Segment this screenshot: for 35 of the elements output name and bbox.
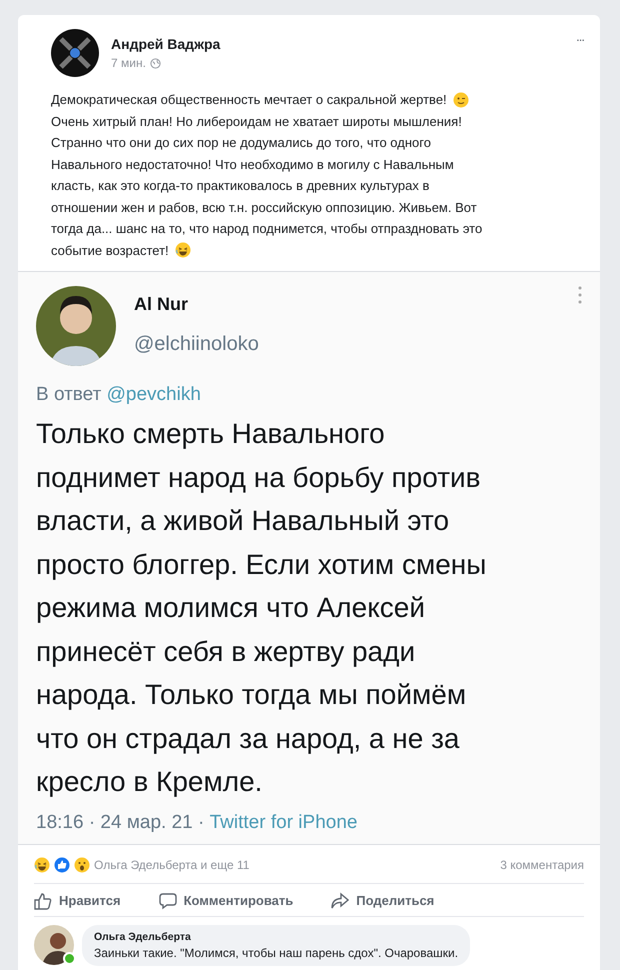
vertical-dots-icon <box>578 286 582 304</box>
laughing-emoji-icon <box>174 242 191 258</box>
post-text-line: Странно что они до сих пор не додумались до того, что одного <box>51 134 431 152</box>
post-action-button[interactable]: Поделиться <box>331 892 434 910</box>
reactions-summary[interactable]: Ольга Эдельберта и еще 11 <box>94 858 250 872</box>
more-options-button[interactable]: ... <box>576 29 584 44</box>
author-name[interactable]: Андрей Ваджра <box>111 36 564 52</box>
post-text-line: отношении жен и рабов, всю т.н. российскую оппозицию. Живьем. Вот <box>51 198 477 217</box>
post-text-line: тогда да... шанс на то, что народ поднимется, чтобы отпраздновать это <box>51 220 482 238</box>
post-text-line: класть, как это когда-то практиковалось в древних культурах в <box>51 177 430 195</box>
tweet-meta: 18:16 · 24 мар. 21 · Twitter for iPhone <box>36 812 358 834</box>
laughing-reaction-icon <box>34 856 50 872</box>
post-time[interactable]: 7 мин. <box>111 56 146 70</box>
share-arrow-icon <box>331 892 350 910</box>
post-action-button[interactable]: Нравится <box>34 892 121 910</box>
post-text-line: Демократическая общественность мечтает о сакральной жертве! <box>51 91 447 109</box>
comments-count[interactable]: 3 комментария <box>500 858 584 872</box>
comment-author[interactable]: Ольга Эдельберта <box>94 930 458 942</box>
post-text-line: Навального недостаточно! Что необходимо в могилу с Навальным <box>51 156 454 174</box>
tweet-author: Al Nur <box>134 294 189 315</box>
winking-emoji-icon <box>452 92 469 108</box>
post-action-button[interactable]: Комментировать <box>158 892 294 910</box>
post-text-line: событие возрастет! <box>51 242 169 260</box>
tweet-handle: @elchiinoloko <box>134 333 260 356</box>
speech-bubble-icon <box>158 892 177 910</box>
commenter-avatar-icon <box>34 924 74 964</box>
like-reaction-icon <box>54 856 70 872</box>
reply-to-text: В ответ @pevchikh <box>36 384 202 406</box>
avatar-logo-icon <box>51 29 99 77</box>
thumbs-up-icon <box>34 892 52 910</box>
tweet-text: Только смерть Навального поднимет народ на борьбу против власти, а живой Навальный это просто блоггер. Если хотим смены режима молимся что Алексей принесёт себя в жертву ради народа. Только тогда мы поймём что он страдал за народ, а не за кресло в Кремле. <box>36 417 488 799</box>
comment-text: Заиньки такие. "Молимся, чтобы наш парень сдох". Очаровашки. <box>94 946 458 960</box>
globe-icon <box>150 58 161 68</box>
post-text-line: Очень хитрый план! Но либероидам не хватает широты мышления! <box>51 112 462 131</box>
wow-reaction-icon <box>74 856 90 872</box>
